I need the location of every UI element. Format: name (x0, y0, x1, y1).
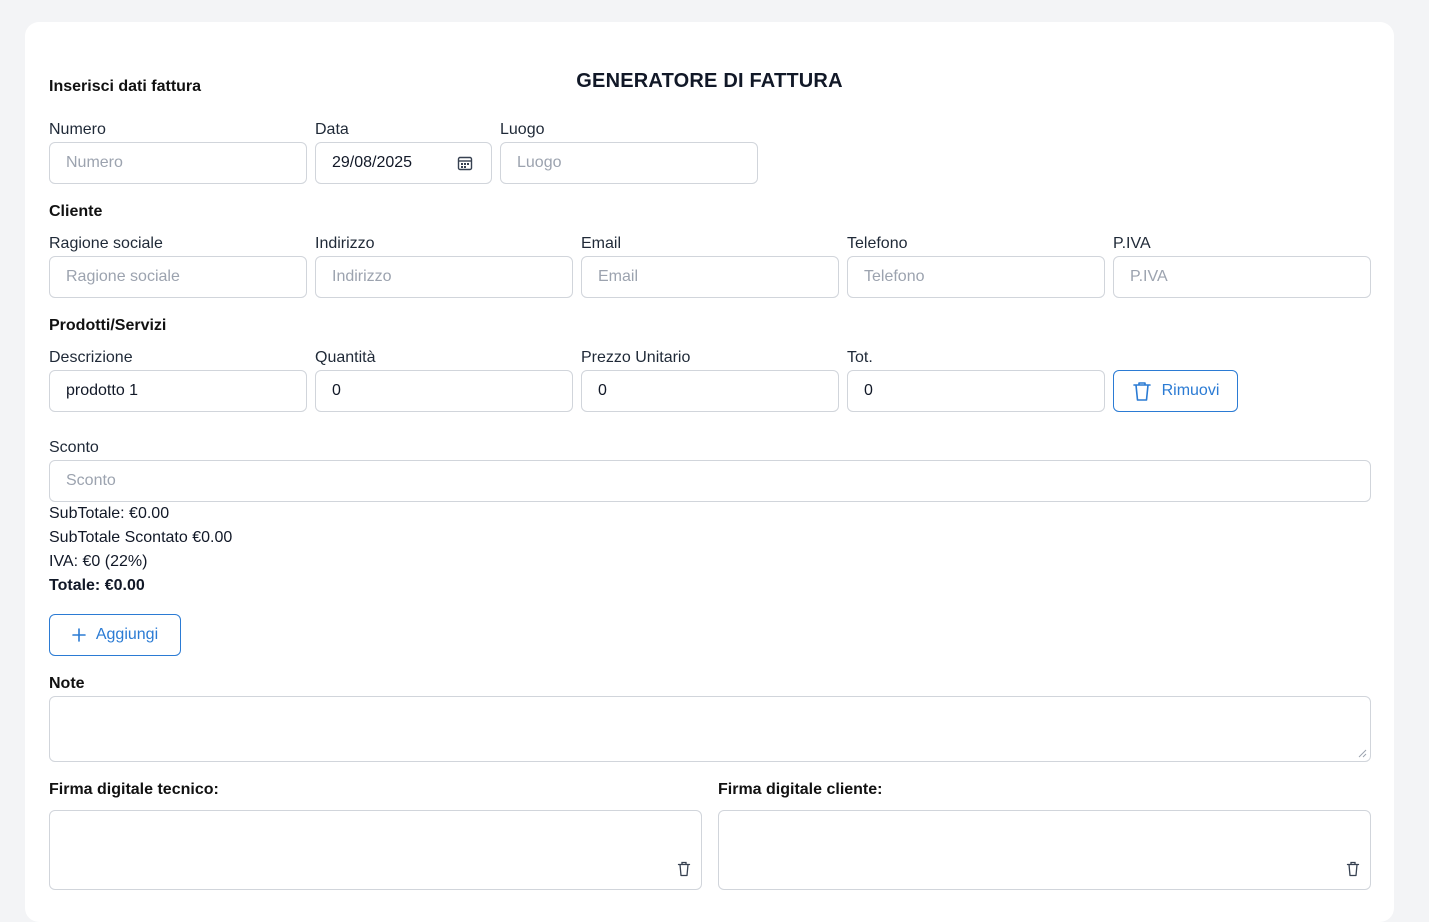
numero-input[interactable]: Numero (49, 142, 307, 184)
aggiungi-button[interactable]: Aggiungi (49, 614, 181, 656)
cliente-heading: Cliente (49, 203, 103, 220)
numero-placeholder: Numero (66, 154, 123, 171)
tot-input[interactable]: 0 (847, 370, 1105, 412)
page-title: GENERATORE DI FATTURA (576, 70, 843, 92)
luogo-placeholder: Luogo (517, 154, 562, 171)
tot-label: Tot. (847, 349, 873, 366)
quantita-label: Quantità (315, 349, 376, 366)
email-label: Email (581, 235, 622, 252)
telefono-input[interactable]: Telefono (847, 256, 1105, 298)
ragione-sociale-label: Ragione sociale (49, 235, 163, 252)
quantita-input[interactable]: 0 (315, 370, 573, 412)
prezzo-unitario-label: Prezzo Unitario (581, 349, 691, 366)
email-input[interactable]: Email (581, 256, 839, 298)
rimuovi-button[interactable]: Rimuovi (1113, 370, 1238, 412)
firma-tecnico-heading: Firma digitale tecnico: (49, 781, 219, 798)
invoice-data-heading: Inserisci dati fattura (49, 78, 202, 95)
luogo-label: Luogo (500, 121, 545, 138)
ragione-sociale-input[interactable]: Ragione sociale (49, 256, 307, 298)
indirizzo-label: Indirizzo (315, 235, 375, 252)
quantita-value: 0 (332, 382, 341, 399)
note-heading: Note (49, 675, 85, 692)
trash-icon (1132, 382, 1151, 401)
email-placeholder: Email (598, 268, 639, 285)
firma-tecnico-pad[interactable] (49, 810, 702, 890)
note-textarea[interactable] (49, 696, 1371, 762)
indirizzo-placeholder: Indirizzo (332, 268, 392, 285)
firma-cliente-heading: Firma digitale cliente: (718, 781, 883, 798)
ragione-sociale-placeholder: Ragione sociale (66, 268, 180, 285)
tot-value: 0 (864, 382, 873, 399)
piva-input[interactable]: P.IVA (1113, 256, 1371, 298)
subtotale-scontato-text: SubTotale Scontato €0.00 (49, 529, 233, 546)
subtotale-text: SubTotale: €0.00 (49, 505, 170, 522)
piva-placeholder: P.IVA (1130, 268, 1168, 285)
trash-icon[interactable] (677, 861, 691, 877)
trash-icon[interactable] (1346, 861, 1360, 877)
invoice-card: GENERATORE DI FATTURA Inserisci dati fat… (25, 22, 1394, 922)
sconto-input[interactable]: Sconto (49, 460, 1371, 502)
sconto-label: Sconto (49, 439, 99, 456)
telefono-placeholder: Telefono (864, 268, 925, 285)
descrizione-input[interactable]: prodotto 1 (49, 370, 307, 412)
plus-icon (72, 628, 86, 642)
numero-label: Numero (49, 121, 106, 138)
rimuovi-label: Rimuovi (1161, 382, 1220, 399)
totale-text: Totale: €0.00 (49, 577, 145, 594)
prodotti-heading: Prodotti/Servizi (49, 317, 167, 334)
resize-grip-icon[interactable] (1357, 748, 1367, 758)
data-value: 29/08/2025 (332, 154, 413, 171)
iva-text: IVA: €0 (22%) (49, 553, 148, 570)
data-input[interactable]: 29/08/2025 (315, 142, 492, 184)
indirizzo-input[interactable]: Indirizzo (315, 256, 573, 298)
aggiungi-label: Aggiungi (95, 626, 159, 643)
piva-label: P.IVA (1113, 235, 1151, 252)
calendar-icon[interactable] (457, 155, 473, 171)
luogo-input[interactable]: Luogo (500, 142, 758, 184)
descrizione-value: prodotto 1 (66, 382, 139, 399)
data-label: Data (315, 121, 349, 138)
sconto-placeholder: Sconto (66, 472, 116, 489)
prezzo-unitario-value: 0 (598, 382, 607, 399)
firma-cliente-pad[interactable] (718, 810, 1371, 890)
prezzo-unitario-input[interactable]: 0 (581, 370, 839, 412)
descrizione-label: Descrizione (49, 349, 133, 366)
telefono-label: Telefono (847, 235, 908, 252)
